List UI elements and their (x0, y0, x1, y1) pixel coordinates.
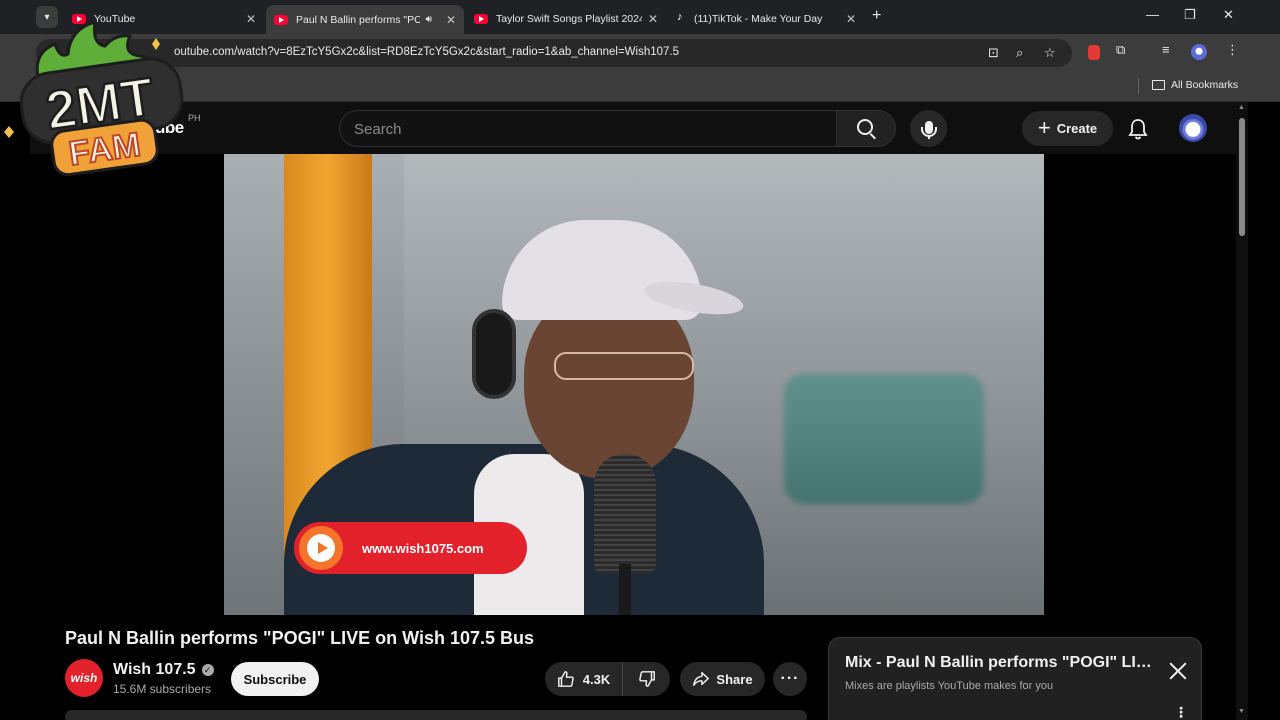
video-player[interactable]: www.wish1075.com (224, 154, 1044, 615)
scrollbar-thumb[interactable] (1239, 118, 1245, 236)
video-frame-headphone (472, 309, 516, 399)
close-icon[interactable] (1167, 660, 1189, 682)
search-box (339, 110, 836, 147)
tab-title: (11)TikTok - Make Your Day (694, 12, 823, 25)
microphone-icon (920, 120, 937, 139)
wish-url-banner: www.wish1075.com (294, 522, 527, 574)
wish-url-text: www.wish1075.com (362, 540, 484, 556)
description-box[interactable] (65, 710, 807, 720)
thumbs-down-icon (638, 671, 655, 687)
extensions-puzzle-icon[interactable]: ⧉ (1116, 42, 1125, 58)
mix-subtitle: Mixes are playlists YouTube makes for yo… (845, 680, 1054, 692)
url-text: outube.com/watch?v=8EzTcY5Gx2c&list=RD8E… (174, 46, 679, 58)
browser-menu-icon[interactable]: ⋮ (1226, 42, 1239, 58)
create-button[interactable]: + Create (1022, 111, 1113, 146)
verified-check-icon: ✓ (201, 664, 214, 676)
zoom-icon[interactable]: ⌕ (1016, 45, 1023, 61)
video-frame-mic-stand (619, 564, 631, 615)
mix-more-icon[interactable]: ⋮ (1174, 704, 1188, 720)
minimize-icon[interactable]: — (1146, 7, 1159, 22)
thumbs-up-icon (557, 671, 574, 687)
channel-avatar[interactable]: wish (65, 659, 103, 697)
search-icon (856, 119, 873, 135)
tab-title: Taylor Swift Songs Playlist 2024 (496, 12, 642, 25)
more-horizontal-icon: ··· (780, 670, 800, 687)
channel-name-link[interactable]: Wish 107.5 ✓ (113, 661, 214, 679)
close-icon[interactable]: ✕ (446, 13, 456, 27)
mix-playlist-panel: Mix - Paul N Ballin performs "POGI" LIVE… (828, 637, 1202, 720)
account-avatar[interactable] (1179, 114, 1207, 142)
tab-paul-n-ballin[interactable]: Paul N Ballin performs "POGI" 🔊︎ ✕ (266, 5, 464, 34)
search-button[interactable] (836, 110, 896, 147)
media-controls-icon[interactable]: ≡ (1162, 42, 1170, 57)
bookmarks-divider (1138, 78, 1139, 94)
close-icon[interactable]: ✕ (846, 12, 856, 26)
video-frame-microphone (594, 454, 656, 574)
share-button[interactable]: Share (680, 662, 765, 696)
voice-search-button[interactable] (910, 110, 947, 147)
watermark-logo: 2MT FAM (4, 19, 184, 177)
channel-avatar-text: wish (70, 671, 98, 685)
youtube-icon (274, 14, 288, 25)
tab-tiktok[interactable]: (11)TikTok - Make Your Day ✕ (668, 5, 864, 32)
video-title: Paul N Ballin performs "POGI" LIVE on Wi… (65, 628, 535, 648)
subscriber-count: 15.6M subscribers (113, 682, 212, 696)
like-count: 4.3K (582, 671, 611, 687)
notifications-bell-icon[interactable] (1128, 118, 1148, 140)
more-actions-button[interactable]: ··· (773, 662, 807, 696)
play-icon (307, 534, 335, 562)
sparkle-icon (4, 126, 14, 138)
tiktok-icon (676, 11, 688, 25)
create-label: Create (1056, 121, 1098, 136)
extension-record-icon[interactable] (1088, 45, 1100, 60)
like-dislike-group: 4.3K (545, 662, 670, 696)
window-close-icon[interactable]: ✕ (1223, 7, 1234, 23)
subscribe-button[interactable]: Subscribe (231, 662, 319, 696)
scroll-down-arrow-icon[interactable]: ▼ (1238, 708, 1245, 715)
plus-icon: + (1037, 114, 1051, 140)
search-input[interactable] (354, 119, 814, 139)
video-frame-bus (784, 374, 984, 504)
folder-icon (1152, 80, 1165, 90)
like-button[interactable]: 4.3K (545, 662, 623, 696)
close-icon[interactable]: ✕ (648, 12, 658, 26)
video-frame-glasses (554, 352, 694, 380)
youtube-icon (474, 13, 488, 24)
all-bookmarks-label: All Bookmarks (1171, 79, 1239, 91)
bookmark-star-icon[interactable]: ☆ (1044, 45, 1056, 61)
speaker-icon[interactable]: 🔊︎ (426, 14, 432, 25)
play-circle-icon (296, 523, 346, 573)
share-arrow-icon (693, 671, 710, 687)
channel-name: Wish 107.5 (113, 661, 196, 678)
browser-profile-avatar[interactable] (1191, 44, 1207, 60)
restore-icon[interactable]: ❐ (1184, 7, 1196, 23)
mix-title[interactable]: Mix - Paul N Ballin performs "POGI" LIVE… (845, 654, 1155, 672)
dislike-button[interactable] (623, 662, 670, 696)
close-icon[interactable]: ✕ (246, 12, 256, 26)
install-app-icon[interactable]: ⊡ (988, 45, 999, 61)
scroll-up-arrow-icon[interactable]: ▲ (1238, 104, 1245, 111)
share-label: Share (716, 671, 753, 687)
tab-title: Paul N Ballin performs "POGI" (296, 13, 420, 26)
sparkle-icon (152, 38, 160, 50)
all-bookmarks-button[interactable]: All Bookmarks (1152, 79, 1238, 91)
new-tab-plus-icon[interactable]: + (872, 7, 881, 25)
tab-taylor-swift[interactable]: Taylor Swift Songs Playlist 2024 ✕ (466, 5, 666, 32)
